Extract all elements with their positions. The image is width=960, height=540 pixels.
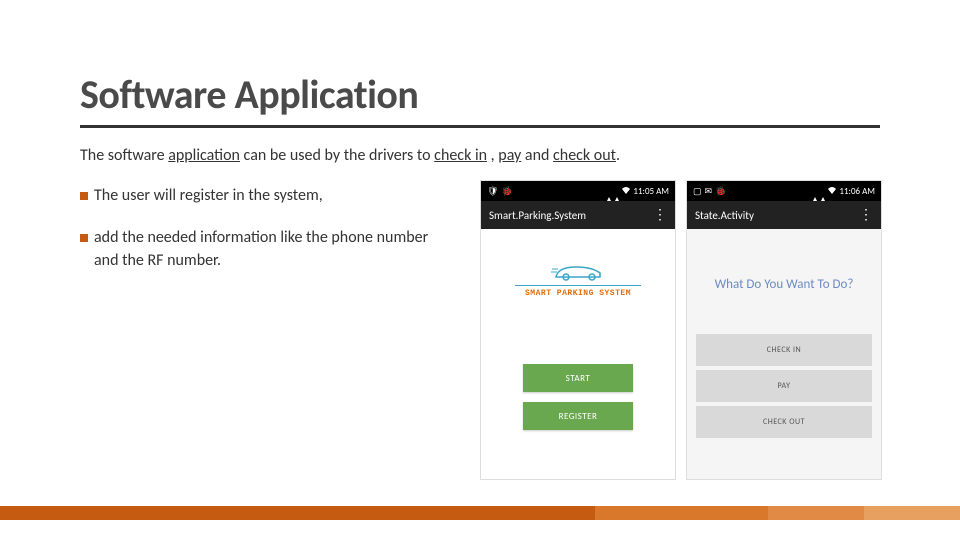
prompt-text: What Do You Want To Do?	[707, 277, 862, 292]
phone2-body: What Do You Want To Do? CHECK IN PAY CHE…	[687, 229, 881, 479]
bullet-2-text: add the needed information like the phon…	[94, 227, 450, 272]
car-icon	[548, 259, 608, 283]
checkout-button[interactable]: CHECK OUT	[696, 406, 872, 438]
overflow-menu-icon[interactable]: ⋮	[859, 208, 873, 222]
app-logo: SMART PARKING SYSTEM	[515, 259, 641, 298]
bullet-square-icon	[80, 234, 88, 242]
app-bar: State.Activity ⋮	[687, 201, 881, 229]
intro-u1: application	[168, 146, 240, 165]
bug-icon: 🐞	[501, 186, 512, 197]
start-button[interactable]: START	[523, 364, 633, 392]
intro-u4: check out	[553, 146, 616, 165]
logo-text: SMART PARKING SYSTEM	[515, 285, 641, 298]
app-bar-title: Smart.Parking.System	[489, 209, 586, 222]
intro-mid2: ,	[487, 146, 498, 165]
status-bar: ▢ ✉ 🐞 11:06 AM	[687, 181, 881, 201]
square-icon: ▢	[693, 186, 702, 197]
bug-icon: 🐞	[715, 186, 726, 197]
status-time: 11:05 AM	[633, 186, 669, 197]
intro-u3: pay	[498, 146, 521, 165]
bullet-square-icon	[80, 192, 88, 200]
intro-text: The software application can be used by …	[80, 146, 880, 165]
bullet-column: The user will register in the system, ad…	[80, 185, 450, 292]
bullet-1: The user will register in the system,	[80, 185, 450, 207]
overflow-menu-icon[interactable]: ⋮	[653, 208, 667, 222]
shield-icon: 🛡	[487, 186, 498, 197]
phone-screenshot-1: 🛡 🐞 11:05 AM Smart.Parking.System ⋮	[480, 180, 676, 480]
status-bar: 🛡 🐞 11:05 AM	[481, 181, 675, 201]
intro-mid1: can be used by the drivers to	[240, 146, 434, 165]
app-bar: Smart.Parking.System ⋮	[481, 201, 675, 229]
slide-title: Software Application	[80, 70, 880, 119]
phone1-body: SMART PARKING SYSTEM START REGISTER	[481, 229, 675, 479]
pay-button[interactable]: PAY	[696, 370, 872, 402]
app-bar-title: State.Activity	[695, 209, 754, 222]
intro-end: .	[616, 146, 620, 165]
mail-icon: ✉	[705, 186, 713, 197]
bullet-1-text: The user will register in the system,	[94, 185, 323, 207]
bullet-2: add the needed information like the phon…	[80, 227, 450, 272]
status-time: 11:06 AM	[839, 186, 875, 197]
wifi-icon	[621, 186, 631, 197]
intro-pre: The software	[80, 146, 168, 165]
title-underline	[80, 125, 880, 128]
phone-screenshot-2: ▢ ✉ 🐞 11:06 AM State.Activity ⋮ What Do …	[686, 180, 882, 480]
intro-u2: check in	[434, 146, 487, 165]
checkin-button[interactable]: CHECK IN	[696, 334, 872, 366]
footer-bar	[0, 506, 960, 520]
intro-mid3: and	[521, 146, 553, 165]
register-button[interactable]: REGISTER	[523, 402, 633, 430]
wifi-icon	[827, 186, 837, 197]
